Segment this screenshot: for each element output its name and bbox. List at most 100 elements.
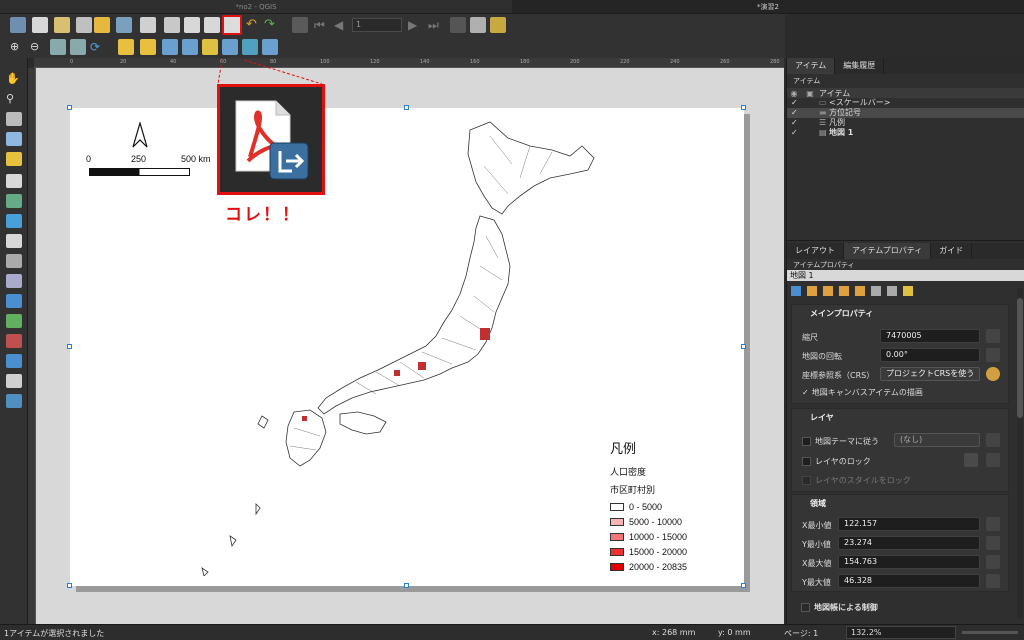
redo-icon[interactable]: ↷ [264,17,280,33]
visible-check-icon[interactable]: ✓ [791,128,801,138]
tab-item-properties[interactable]: アイテムプロパティ [844,243,932,259]
print-icon[interactable] [164,17,180,33]
last-feature-icon[interactable]: ⏭ [428,17,444,33]
zoom-out-icon[interactable]: ⊖ [30,39,46,55]
zoom-full-icon[interactable] [70,39,86,55]
ymax-field[interactable]: 46.328 [838,574,980,588]
edit-nodes-icon[interactable] [6,152,22,166]
add-marker-icon[interactable] [6,334,22,348]
scale-field[interactable]: 7470005 [880,329,980,343]
lock-styles-checkbox[interactable]: レイヤのスタイルをロック [802,475,911,486]
add-html-icon[interactable] [6,374,22,388]
ungroup-items-icon[interactable] [182,39,198,55]
rotation-field[interactable]: 0.00° [880,348,980,362]
item-row-north-arrow[interactable]: ✓ ▬ 方位記号 [787,108,1024,118]
add-picture-icon[interactable] [6,214,22,228]
resize-handle[interactable] [741,583,746,588]
ymin-field[interactable]: 23.274 [838,536,980,550]
zoom-in-icon[interactable]: ⊕ [10,39,26,55]
data-defined-icon[interactable] [986,453,1000,467]
labeling-icon[interactable] [887,286,897,296]
print-atlas-icon[interactable] [450,17,466,33]
align-items-icon[interactable] [222,39,238,55]
view-extent-icon[interactable] [823,286,833,296]
resize-handle[interactable] [67,344,72,349]
atlas-page-combo[interactable]: 1 [352,18,402,32]
lock-items-icon[interactable] [118,39,134,55]
theme-select[interactable]: (なし) [894,433,980,447]
set-scale-icon[interactable] [839,286,849,296]
item-row-scalebar[interactable]: ✓ ▭ <スケールバー> [787,98,1024,108]
tab-guides[interactable]: ガイド [931,243,973,259]
zoom-combo[interactable]: 132.2% [846,626,956,639]
props-scrollbar[interactable] [1017,288,1023,618]
page-setup-icon[interactable] [140,17,156,33]
resize-handle[interactable] [741,344,746,349]
clipping-icon[interactable] [903,286,913,296]
zoom-actual-icon[interactable] [50,39,66,55]
add-map-icon[interactable] [6,174,22,188]
set-extent-icon[interactable] [807,286,817,296]
unlock-items-icon[interactable] [140,39,156,55]
view-scale-icon[interactable] [855,286,865,296]
resize-handle[interactable] [741,105,746,110]
duplicate-layout-icon[interactable] [54,17,70,33]
export-image-icon[interactable] [184,17,200,33]
first-feature-icon[interactable]: ⏮ [314,17,330,33]
export-pdf-button[interactable] [222,15,242,35]
add-shape-icon[interactable] [6,314,22,328]
undo-icon[interactable]: ↶ [246,17,262,33]
next-feature-icon[interactable]: ▶ [408,17,424,33]
atlas-control-checkbox[interactable]: 地図帳による制御 [801,602,878,613]
new-layout-icon[interactable] [32,17,48,33]
pan-icon[interactable]: ✋ [6,72,22,86]
prev-feature-icon[interactable]: ◀ [334,17,350,33]
checkbox-box[interactable] [802,476,811,485]
add-arrow-icon[interactable] [6,354,22,368]
raise-items-icon[interactable] [202,39,218,55]
refresh-icon[interactable]: ⟳ [90,39,106,55]
crs-globe-icon[interactable] [986,367,1000,381]
main-properties-title[interactable]: メインプロパティ [792,305,1008,323]
add-north-arrow-icon[interactable] [6,294,22,308]
crs-select[interactable]: プロジェクトCRSを使う [880,367,980,381]
add-table-icon[interactable] [6,394,22,408]
data-defined-icon[interactable] [986,348,1000,362]
export-svg-icon[interactable] [204,17,220,33]
xmax-field[interactable]: 154.763 [838,555,980,569]
zoom-tool-icon[interactable]: ⚲ [6,92,22,106]
visible-check-icon[interactable]: ✓ [791,118,801,128]
add-scalebar-icon[interactable] [6,274,22,288]
xmin-field[interactable]: 122.157 [838,517,980,531]
checkbox-box[interactable] [802,457,811,466]
visible-check-icon[interactable]: ✓ [791,98,801,108]
extent-title[interactable]: 領域 [792,495,1008,513]
scrollbar-thumb[interactable] [1017,298,1023,418]
resize-handle[interactable] [404,583,409,588]
dock-splitter[interactable] [787,240,1024,241]
export-atlas-icon[interactable] [470,17,486,33]
checkbox-box[interactable] [801,603,810,612]
item-row-legend[interactable]: ✓ ☰ 凡例 [787,118,1024,128]
data-defined-icon[interactable] [986,574,1000,588]
save-template-icon[interactable] [116,17,132,33]
resize-handle[interactable] [67,105,72,110]
add-3d-map-icon[interactable] [6,194,22,208]
checkbox-box[interactable] [802,437,811,446]
select-move-icon[interactable] [6,112,22,126]
data-defined-icon[interactable] [986,555,1000,569]
visible-check-icon[interactable]: ✓ [791,108,801,118]
distribute-items-icon[interactable] [242,39,258,55]
bookmarks-icon[interactable] [871,286,881,296]
move-content-icon[interactable] [6,132,22,146]
data-defined-icon[interactable] [986,433,1000,447]
lock-layers-checkbox[interactable]: レイヤのロック [802,456,871,467]
resize-items-icon[interactable] [262,39,278,55]
atlas-preview-icon[interactable] [292,17,308,33]
draw-items-checkbox[interactable]: ✓ 地図キャンバスアイテムの描画 [802,387,923,398]
data-defined-icon[interactable] [986,536,1000,550]
resize-handle[interactable] [67,583,72,588]
eye-icon[interactable] [964,453,978,467]
follow-theme-checkbox[interactable]: 地図テーマに従う [802,436,879,447]
item-row-map[interactable]: ✓ ▤ 地図 1 [787,128,1024,138]
